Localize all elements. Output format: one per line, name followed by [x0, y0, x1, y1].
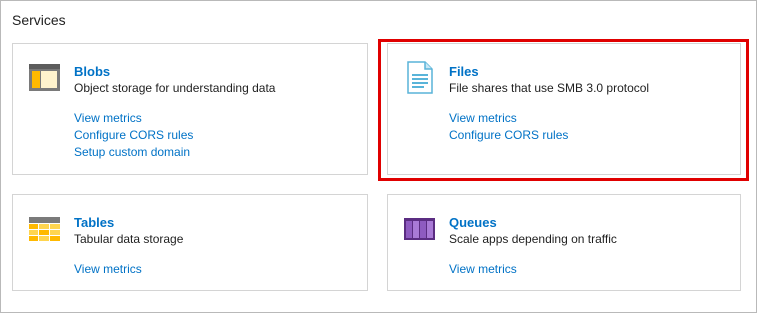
services-heading: Services: [12, 12, 66, 28]
blobs-description: Object storage for understanding data: [74, 81, 276, 95]
files-highlight-box: [378, 39, 749, 181]
queues-title-link[interactable]: Queues: [449, 215, 617, 231]
table-storage-icon: [28, 212, 61, 245]
queues-description: Scale apps depending on traffic: [449, 232, 617, 246]
tables-view-metrics-link[interactable]: View metrics: [74, 261, 183, 278]
blobs-view-metrics-link[interactable]: View metrics: [74, 110, 275, 127]
services-panel: Services Blobs Object storage for unders…: [0, 0, 757, 313]
service-card-queues: Queues Scale apps depending on traffic V…: [387, 194, 741, 291]
queues-view-metrics-link[interactable]: View metrics: [449, 261, 617, 278]
tables-description: Tabular data storage: [74, 232, 184, 246]
blobs-title-link[interactable]: Blobs: [74, 64, 275, 80]
blobs-configure-cors-link[interactable]: Configure CORS rules: [74, 127, 275, 144]
tables-title-link[interactable]: Tables: [74, 215, 183, 231]
queue-storage-icon: [403, 212, 436, 245]
service-card-tables: Tables Tabular data storage View metrics: [12, 194, 368, 291]
blobs-setup-custom-domain-link[interactable]: Setup custom domain: [74, 144, 275, 161]
blob-storage-icon: [28, 61, 61, 94]
service-card-blobs: Blobs Object storage for understanding d…: [12, 43, 368, 175]
